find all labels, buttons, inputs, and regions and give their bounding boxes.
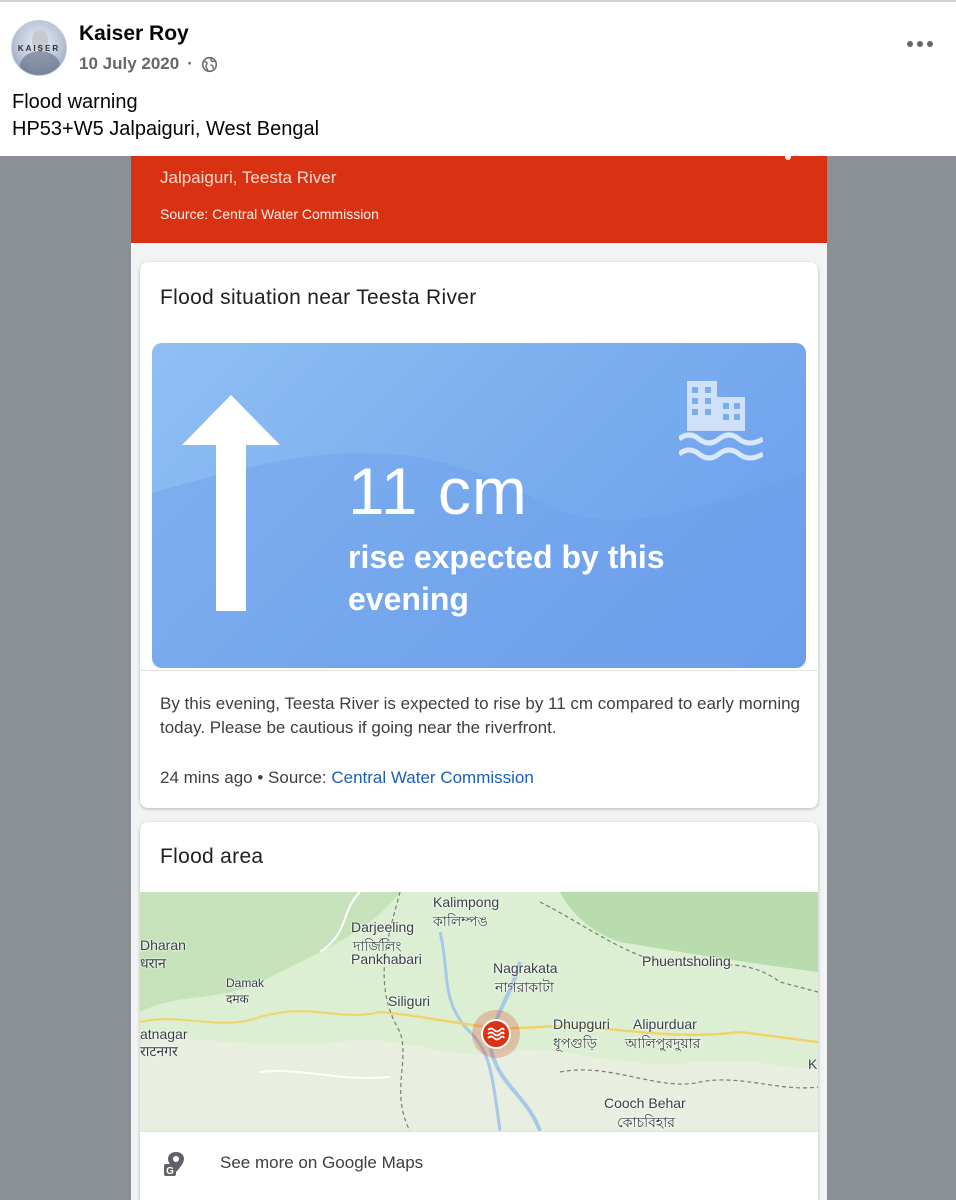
map-label-nagrakata-bn: নাগরাকাটা bbox=[495, 979, 554, 995]
meta-separator: · bbox=[187, 54, 193, 73]
map-label-pankhabari: Pankhabari bbox=[351, 951, 422, 967]
forecast-description: By this evening, Teesta River is expecte… bbox=[160, 694, 801, 737]
divider bbox=[140, 670, 818, 671]
globe-icon[interactable] bbox=[201, 56, 218, 73]
post-meta: 10 July 2020 · bbox=[79, 54, 218, 74]
map-label-damak-local: दमक bbox=[226, 992, 249, 1006]
post-date[interactable]: 10 July 2020 bbox=[79, 54, 179, 74]
post-text-line-2: HP53+W5 Jalpaiguri, West Bengal bbox=[12, 118, 320, 140]
map-label-darjeeling: Darjeeling bbox=[351, 919, 415, 935]
flooded-building-icon bbox=[679, 381, 763, 461]
map-label-dhupguri-bn: ধূপগুড়ি bbox=[553, 1035, 597, 1051]
source-prefix: • Source: bbox=[257, 768, 327, 787]
flood-situation-card: Flood situation near Teesta River 11 cm … bbox=[140, 262, 818, 808]
map-label-cooch-behar: Cooch Behar bbox=[604, 1095, 686, 1111]
map-label-k-edge: K bbox=[808, 1056, 818, 1072]
alert-source: Source: Central Water Commission bbox=[160, 206, 379, 222]
map-label-dharan-local: धरान bbox=[140, 955, 166, 971]
map-label-dharan: Dharan bbox=[140, 937, 186, 953]
flood-area-map[interactable]: Kalimpong কালিম্পঙ Darjeeling দার্জিলিং … bbox=[140, 892, 818, 1131]
card-footer: 24 mins ago • Source: Central Water Comm… bbox=[160, 768, 534, 788]
map-label-kalimpong: Kalimpong bbox=[433, 894, 500, 910]
map-label-phuentsholing: Phuentsholing bbox=[642, 953, 731, 969]
svg-text:G: G bbox=[166, 1166, 174, 1177]
alert-location: Jalpaiguri, Teesta River bbox=[160, 168, 337, 187]
alert-menu-icon[interactable] bbox=[785, 156, 791, 160]
map-label-alipurduar-bn: আলিপুরদুয়ার bbox=[625, 1035, 701, 1051]
card-title: Flood area bbox=[160, 845, 264, 868]
map-label-siliguri: Siliguri bbox=[388, 993, 431, 1009]
rise-value: 11 cm bbox=[348, 454, 528, 528]
map-label-biratnagar-local: राटनगर bbox=[140, 1043, 178, 1059]
flood-area-card: Flood area Kalimpong কালিম্পঙ Darjeeling… bbox=[140, 822, 818, 1200]
more-options-icon[interactable] bbox=[907, 34, 933, 54]
rise-caption: rise expected by this evening bbox=[348, 539, 665, 617]
map-label-nagrakata: Nagrakata bbox=[493, 960, 558, 976]
source-link[interactable]: Central Water Commission bbox=[331, 768, 533, 787]
map-label-kalimpong-bn: কালিম্পঙ bbox=[433, 913, 488, 929]
post-text-line-1: Flood warning bbox=[12, 91, 138, 113]
flood-alert-banner[interactable]: ▔▔▔▔▔ ▔▔▔▔▔ ▔▔▔▔▔ Jalpaiguri, Teesta Riv… bbox=[131, 156, 827, 243]
map-label-damak: Damak bbox=[226, 976, 265, 990]
avatar[interactable]: KAISER bbox=[11, 20, 67, 76]
forecast-hero: 11 cm rise expected by this evening bbox=[152, 343, 806, 668]
map-label-dhupguri: Dhupguri bbox=[553, 1016, 610, 1032]
post-text: Flood warning HP53+W5 Jalpaiguri, West B… bbox=[12, 89, 319, 143]
author-name[interactable]: Kaiser Roy bbox=[79, 22, 189, 46]
see-more-maps-label: See more on Google Maps bbox=[220, 1153, 424, 1172]
alert-title-cropped: ▔▔▔▔▔ ▔▔▔▔▔ ▔▔▔▔▔ bbox=[160, 156, 354, 165]
flood-marker-icon[interactable] bbox=[472, 1010, 520, 1058]
card-title: Flood situation near Teesta River bbox=[160, 286, 477, 309]
phone-screen: ▔▔▔▔▔ ▔▔▔▔▔ ▔▔▔▔▔ Jalpaiguri, Teesta Riv… bbox=[131, 156, 827, 1200]
see-more-maps-link[interactable]: G See more on Google Maps bbox=[140, 1131, 818, 1193]
google-maps-icon: G bbox=[164, 1152, 184, 1177]
avatar-body bbox=[20, 51, 60, 75]
shared-screenshot: ▔▔▔▔▔ ▔▔▔▔▔ ▔▔▔▔▔ Jalpaiguri, Teesta Riv… bbox=[0, 156, 956, 1200]
map-label-alipurduar: Alipurduar bbox=[633, 1016, 697, 1032]
avatar-text: KAISER bbox=[17, 44, 61, 53]
map-label-cooch-behar-bn: কোচবিহার bbox=[617, 1114, 676, 1130]
up-arrow-icon bbox=[182, 395, 280, 611]
time-ago: 24 mins ago bbox=[160, 768, 253, 787]
map-label-biratnagar: atnagar bbox=[140, 1026, 188, 1042]
wave-marker-icon bbox=[487, 1027, 505, 1041]
facebook-post-header: KAISER Kaiser Roy 10 July 2020 · Flood w… bbox=[0, 0, 956, 156]
